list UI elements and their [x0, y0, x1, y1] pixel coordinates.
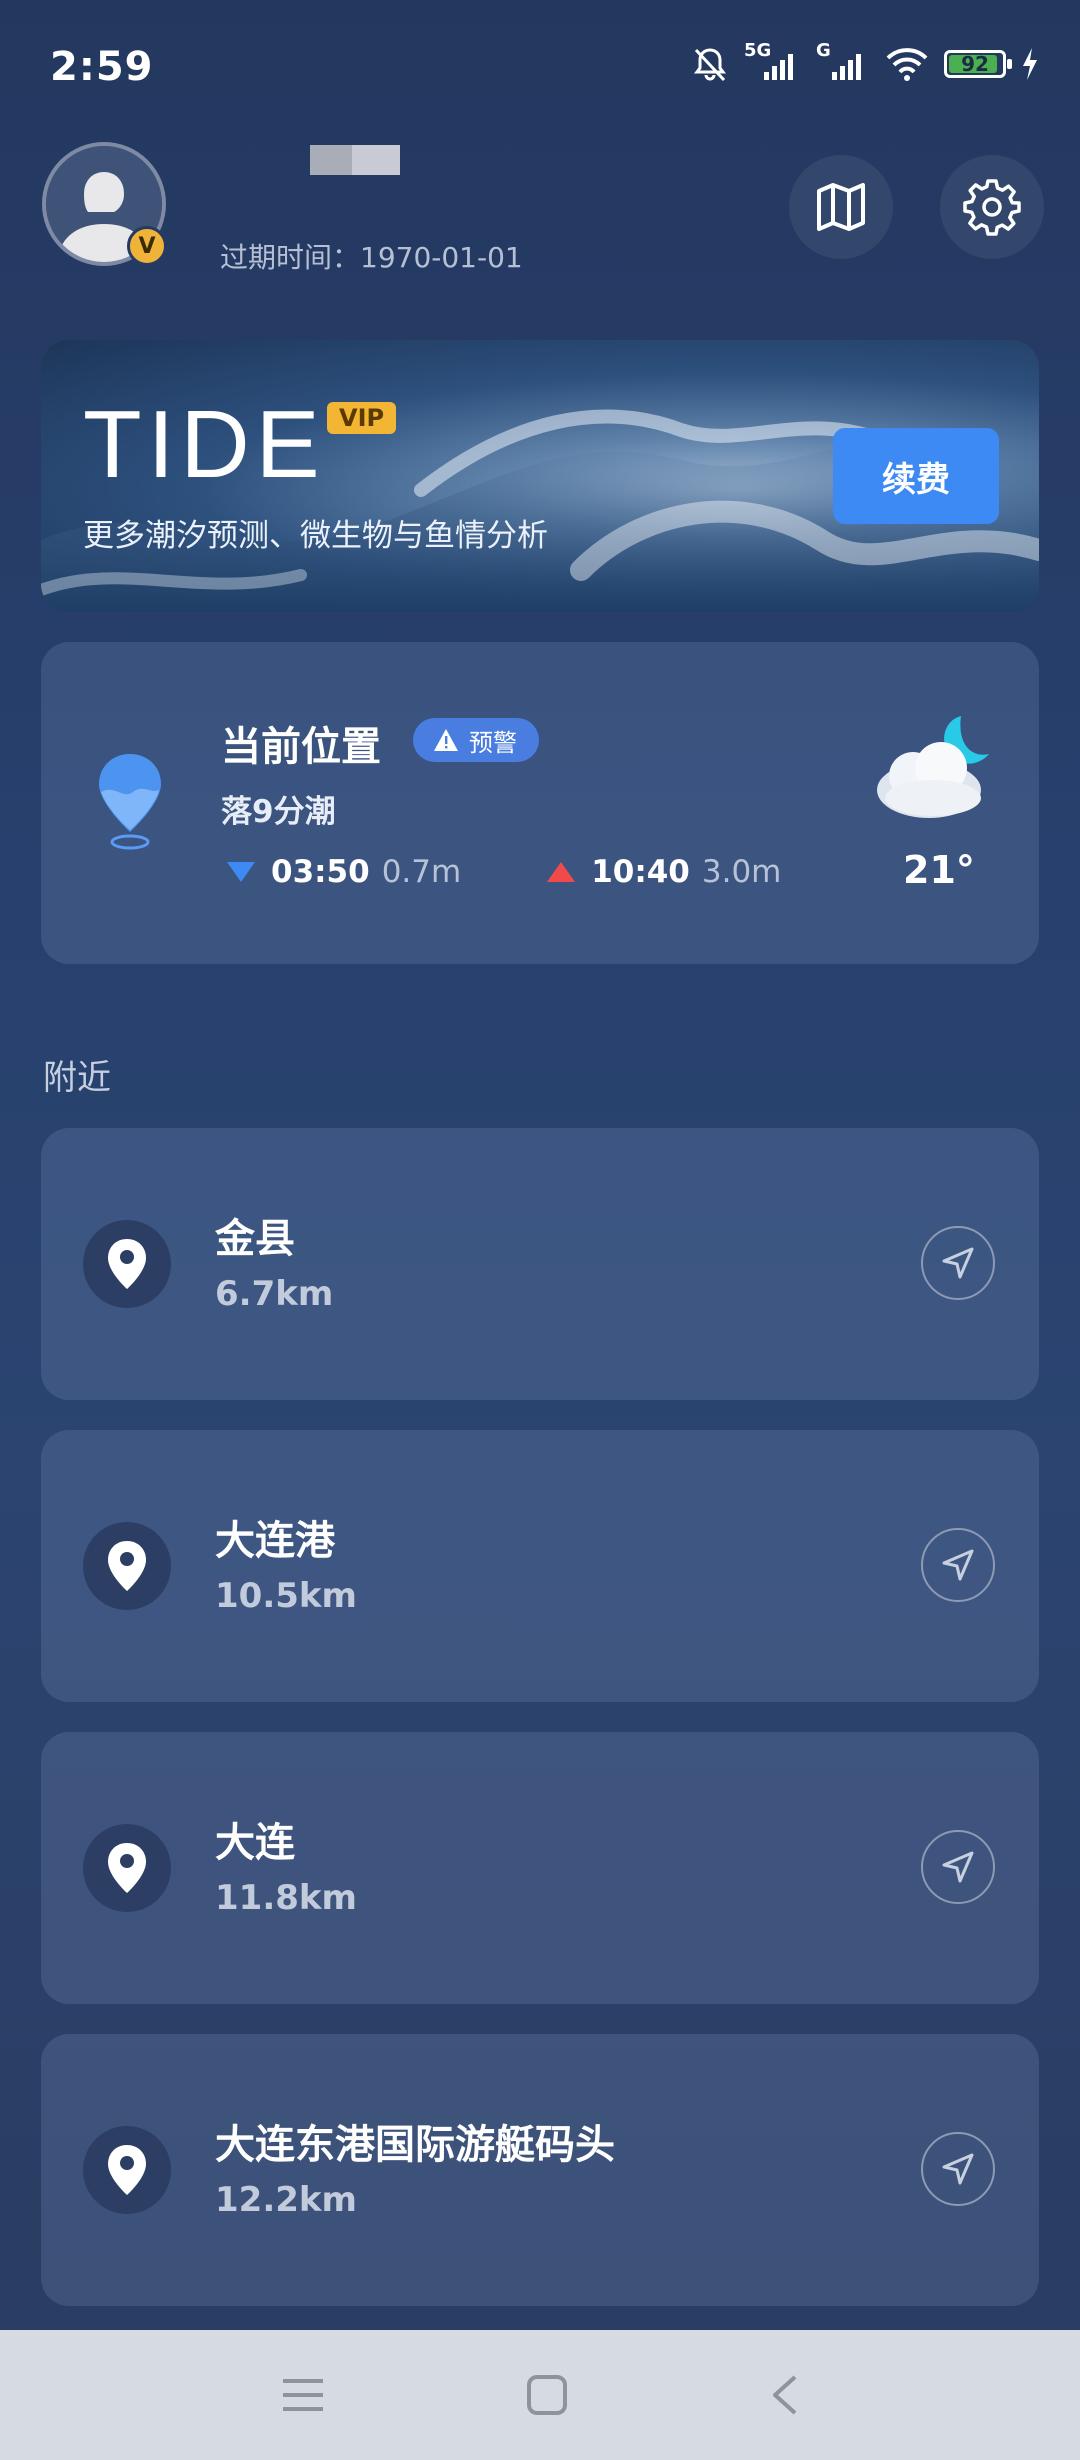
low-tide-time: 03:50 [271, 854, 370, 890]
map-pin-icon [108, 1239, 146, 1289]
nearby-distance: 6.7km [215, 1274, 334, 1314]
nearby-item[interactable]: 大连港 10.5km [41, 1430, 1039, 1702]
battery-icon: 92 [944, 50, 1012, 78]
username-redacted [310, 145, 400, 175]
low-tide-icon [227, 862, 255, 882]
location-pin-icon [99, 754, 161, 850]
high-tide-height: 3.0m [701, 854, 782, 890]
map-icon [817, 183, 865, 231]
temperature: 21° [903, 848, 975, 892]
expire-date: 过期时间：1970-01-01 [220, 241, 523, 274]
status-time: 2:59 [50, 44, 154, 90]
battery-level: 92 [961, 52, 989, 76]
nearby-item[interactable]: 金县 6.7km [41, 1128, 1039, 1400]
status-bar: 2:59 5G G 92 [0, 0, 1080, 130]
settings-button[interactable] [940, 155, 1044, 259]
back-icon[interactable] [769, 2373, 799, 2417]
navigate-button[interactable] [921, 2132, 995, 2206]
map-pin-icon [108, 1541, 146, 1591]
vip-tag: VIP [327, 402, 397, 434]
navigate-button[interactable] [921, 1528, 995, 1602]
home-icon[interactable] [525, 2373, 569, 2417]
renew-button[interactable]: 续费 [833, 428, 999, 524]
cloudy-night-icon [877, 716, 989, 818]
pin-circle [83, 1220, 171, 1308]
nearby-name: 大连港 [215, 1518, 335, 1564]
navigate-arrow-icon [942, 1247, 974, 1279]
mute-bell-icon [694, 48, 726, 82]
map-pin-icon [108, 1843, 146, 1893]
nearby-distance: 12.2km [215, 2180, 357, 2220]
high-tide-icon [547, 862, 576, 882]
nearby-item[interactable]: 大连 11.8km [41, 1732, 1039, 2004]
high-tide-time: 10:40 [591, 854, 690, 890]
wifi-icon [886, 48, 928, 81]
signal-icon-2: G [816, 40, 870, 84]
charging-icon [1023, 48, 1037, 80]
status-icons: 5G G 92 [690, 40, 1040, 84]
low-tide-height: 0.7m [381, 854, 462, 890]
location-title: 当前位置 [221, 724, 381, 770]
vip-banner[interactable]: TIDE VIP 更多潮汐预测、微生物与鱼情分析 续费 [41, 340, 1039, 612]
pin-circle [83, 1522, 171, 1610]
warning-label: 预警 [469, 728, 517, 757]
navigate-arrow-icon [942, 1549, 974, 1581]
nearby-name: 大连 [215, 1820, 295, 1866]
tide-status: 落9分潮 [221, 794, 336, 830]
gear-icon [963, 179, 1021, 236]
navigate-arrow-icon [942, 2153, 974, 2185]
nearby-section-label: 附近 [43, 1058, 111, 1098]
menu-icon[interactable] [281, 2375, 325, 2415]
map-pin-icon [108, 2145, 146, 2195]
vip-badge: V [127, 226, 167, 266]
navigate-arrow-icon [942, 1851, 974, 1883]
tide-times: 03:50 0.7m 10:40 3.0m [227, 854, 781, 890]
nearby-item[interactable]: 大连东港国际游艇码头 12.2km [41, 2034, 1039, 2306]
warning-badge[interactable]: 预警 [413, 718, 539, 762]
nearby-name: 大连东港国际游艇码头 [215, 2122, 615, 2168]
banner-subtitle: 更多潮汐预测、微生物与鱼情分析 [83, 518, 548, 554]
pin-circle [83, 2126, 171, 2214]
nearby-distance: 10.5km [215, 1576, 357, 1616]
signal-icon: 5G [744, 40, 802, 84]
warning-icon [434, 729, 458, 751]
map-button[interactable] [789, 155, 893, 259]
current-location-card[interactable]: 当前位置 预警 落9分潮 03:50 0.7m 10:40 3.0m 21° [41, 642, 1039, 964]
system-nav-bar [0, 2330, 1080, 2460]
navigate-button[interactable] [921, 1830, 995, 1904]
pin-circle [83, 1824, 171, 1912]
nearby-distance: 11.8km [215, 1878, 357, 1918]
banner-title: TIDE [83, 391, 326, 498]
nearby-name: 金县 [215, 1216, 295, 1262]
navigate-button[interactable] [921, 1226, 995, 1300]
